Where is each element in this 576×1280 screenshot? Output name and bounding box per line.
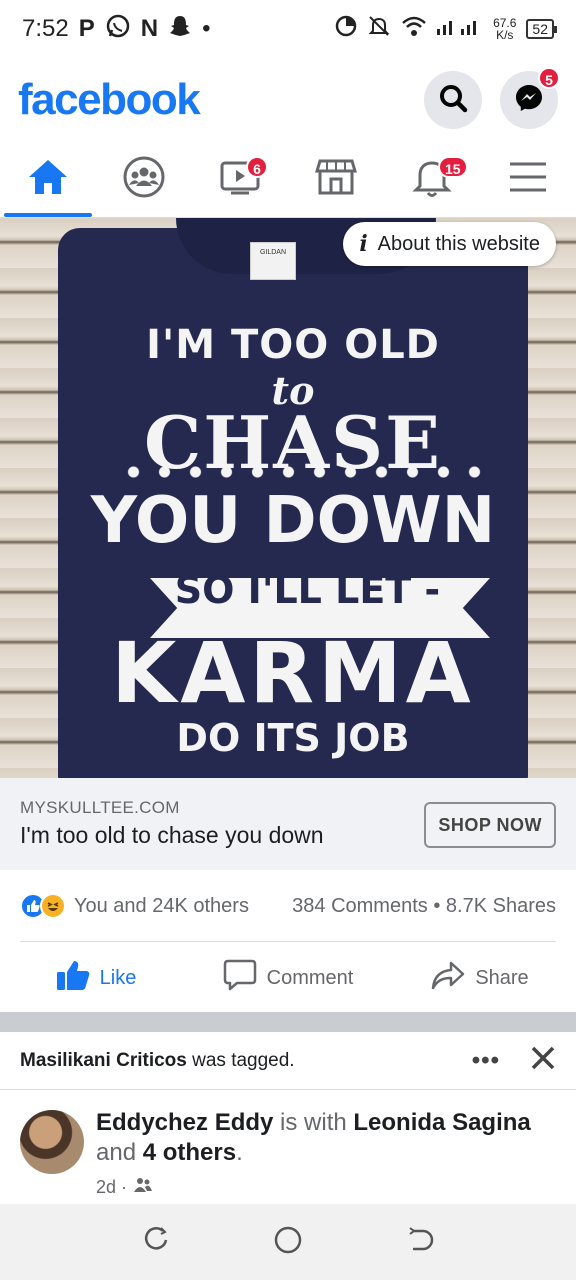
notifications-badge: 15 <box>438 156 468 178</box>
info-icon: i <box>359 231 368 257</box>
status-time: 7:52 <box>22 15 69 42</box>
reactions-summary: You and 24K others 384 Comments • 8.7K S… <box>0 870 576 942</box>
comment-button[interactable]: Comment <box>192 944 384 1012</box>
shirt-line-7: DO ITS JOB <box>176 716 410 760</box>
snapchat-icon <box>168 14 192 45</box>
feed-separator <box>0 1012 576 1032</box>
messenger-badge: 5 <box>538 67 560 89</box>
like-button[interactable]: Like <box>0 944 192 1012</box>
home-circle-icon[interactable] <box>273 1225 303 1260</box>
battery-indicator: 52 <box>526 19 557 39</box>
tagged-person-name[interactable]: Masilikani Criticos <box>20 1050 187 1072</box>
tab-notifications[interactable]: 15 <box>384 142 480 217</box>
shirt-tag: GILDAN <box>250 242 296 280</box>
about-website-label: About this website <box>377 232 540 255</box>
and-text: and <box>96 1139 143 1166</box>
app-header: facebook 5 <box>0 58 576 142</box>
comment-share-counts: 384 Comments • 8.7K Shares <box>292 895 556 918</box>
marketplace-icon <box>314 157 358 202</box>
tab-home[interactable] <box>0 142 96 217</box>
main-nav: 6 15 <box>0 142 576 218</box>
about-website-button[interactable]: i About this website <box>343 222 556 266</box>
shirt-line-4: YOU DOWN <box>90 484 496 558</box>
comment-label: Comment <box>266 966 354 989</box>
messenger-icon <box>513 82 545 119</box>
search-icon <box>438 83 468 118</box>
post-meta: 2d · <box>96 1172 531 1202</box>
post-author-row: Eddychez Eddy is with Leonida Sagina and… <box>0 1090 576 1202</box>
status-dot: • <box>202 15 211 42</box>
status-bar: 7:52 P N • 67.6 K/s 52 <box>0 0 576 58</box>
recent-apps-icon[interactable] <box>141 1225 171 1260</box>
watch-badge: 6 <box>246 156 268 178</box>
facebook-logo[interactable]: facebook <box>18 75 201 125</box>
reaction-icons[interactable] <box>20 893 66 919</box>
share-label: Share <box>475 966 529 989</box>
friends-audience-icon <box>133 1172 153 1202</box>
system-nav-bar <box>0 1204 576 1280</box>
comment-icon <box>223 959 257 997</box>
shirt-line-5: - SO I'LL LET - <box>145 568 441 612</box>
tab-groups[interactable] <box>96 142 192 217</box>
mute-bell-icon <box>367 14 391 45</box>
data-saver-icon <box>335 15 357 44</box>
post-time[interactable]: 2d · <box>96 1172 127 1202</box>
back-icon[interactable] <box>405 1225 435 1260</box>
others-link[interactable]: 4 others <box>143 1139 236 1166</box>
reactions-count[interactable]: You and 24K others <box>74 895 249 918</box>
hamburger-icon <box>508 161 548 198</box>
author-name[interactable]: Eddychez Eddy <box>96 1109 273 1136</box>
wifi-icon <box>401 15 427 44</box>
post-actions: Like Comment Share <box>0 944 576 1012</box>
messenger-button[interactable]: 5 <box>500 67 560 129</box>
tagged-header: Masilikani Criticos was tagged. ••• <box>0 1032 576 1090</box>
more-options-button[interactable]: ••• <box>472 1047 500 1075</box>
comments-count[interactable]: 384 Comments <box>292 895 428 917</box>
with-text: is with <box>273 1109 354 1136</box>
tab-marketplace[interactable] <box>288 142 384 217</box>
tab-menu[interactable] <box>480 142 576 217</box>
close-icon[interactable] <box>530 1045 556 1077</box>
tagged-suffix: was tagged. <box>186 1049 295 1071</box>
like-label: Like <box>99 966 137 989</box>
home-icon <box>27 158 69 201</box>
groups-icon <box>122 155 166 204</box>
haha-reaction-icon <box>40 893 66 919</box>
signal-icon <box>437 15 483 44</box>
shop-now-button[interactable]: SHOP NOW <box>424 802 556 848</box>
period-text: . <box>236 1139 243 1166</box>
ad-link-footer[interactable]: MYSKULLTEE.COM I'm too old to chase you … <box>0 778 576 870</box>
shirt-line-1: I'M TOO OLD <box>146 322 440 368</box>
shirt-dots <box>118 462 488 482</box>
network-speed: 67.6 K/s <box>493 17 516 41</box>
status-n-glyph: N <box>140 15 159 42</box>
thumbs-up-icon <box>56 959 90 997</box>
share-icon <box>431 960 465 996</box>
with-person-name[interactable]: Leonida Sagina <box>353 1109 530 1136</box>
status-p-glyph: P <box>78 15 95 42</box>
divider <box>20 941 556 942</box>
network-speed-unit: K/s <box>496 28 514 42</box>
shirt-line-6: KARMA <box>111 624 475 722</box>
tab-watch[interactable]: 6 <box>192 142 288 217</box>
search-button[interactable] <box>424 71 482 129</box>
whatsapp-icon <box>105 13 131 46</box>
avatar[interactable] <box>20 1110 84 1174</box>
share-button[interactable]: Share <box>384 944 576 1012</box>
counts-separator: • <box>433 894 441 917</box>
author-text: Eddychez Eddy is with Leonida Sagina and… <box>96 1108 531 1202</box>
shares-count[interactable]: 8.7K Shares <box>446 895 556 917</box>
